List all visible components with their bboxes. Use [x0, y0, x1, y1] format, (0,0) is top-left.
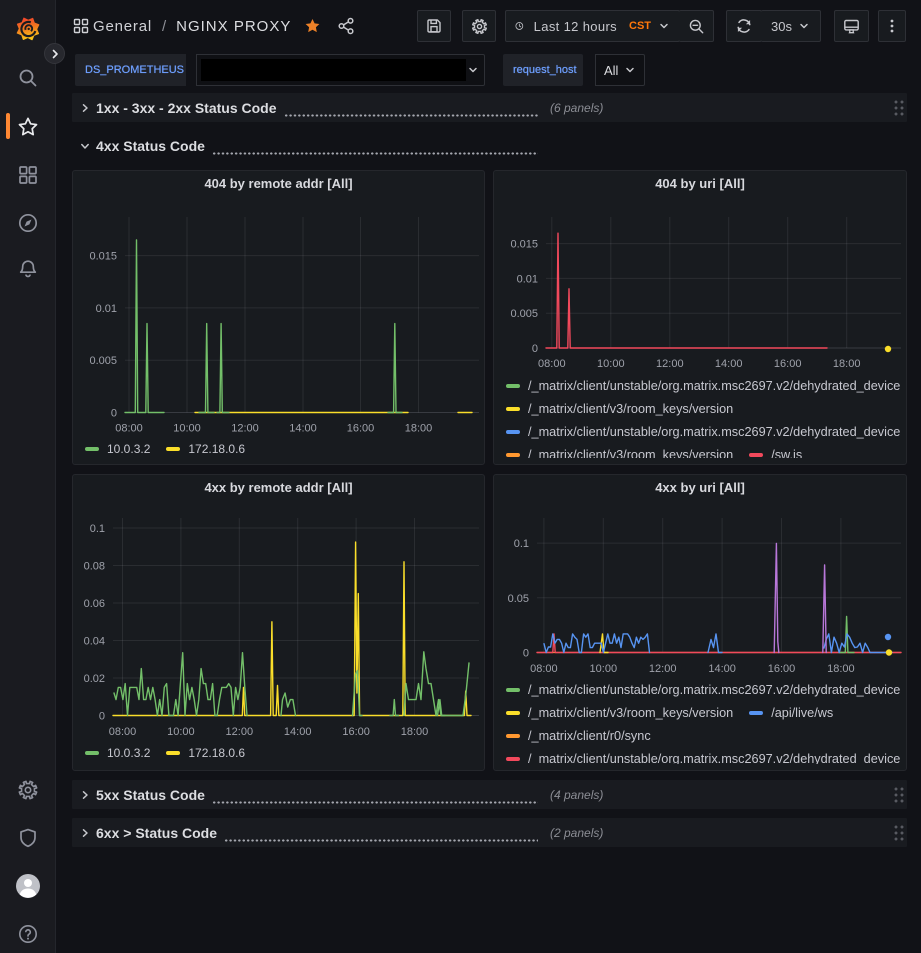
svg-text:14:00: 14:00 [708, 663, 736, 675]
svg-text:0: 0 [532, 343, 538, 355]
svg-text:0.02: 0.02 [84, 673, 105, 685]
svg-text:0.08: 0.08 [84, 561, 105, 573]
svg-text:0.015: 0.015 [510, 239, 538, 251]
svg-text:14:00: 14:00 [715, 358, 743, 370]
svg-text:18:00: 18:00 [401, 726, 429, 738]
svg-text:12:00: 12:00 [649, 663, 677, 675]
svg-text:10:00: 10:00 [167, 726, 195, 738]
svg-text:10:00: 10:00 [597, 358, 625, 370]
svg-text:0.01: 0.01 [517, 273, 538, 285]
svg-text:14:00: 14:00 [289, 423, 317, 435]
svg-text:16:00: 16:00 [342, 726, 370, 738]
svg-text:16:00: 16:00 [768, 663, 796, 675]
svg-text:16:00: 16:00 [347, 423, 375, 435]
svg-text:0.05: 0.05 [508, 593, 529, 605]
svg-text:08:00: 08:00 [115, 423, 143, 435]
svg-text:16:00: 16:00 [774, 358, 802, 370]
svg-text:12:00: 12:00 [231, 423, 259, 435]
svg-text:18:00: 18:00 [405, 423, 433, 435]
svg-text:08:00: 08:00 [538, 358, 566, 370]
svg-text:10:00: 10:00 [590, 663, 618, 675]
svg-text:18:00: 18:00 [833, 358, 861, 370]
svg-text:08:00: 08:00 [109, 726, 137, 738]
svg-text:14:00: 14:00 [284, 726, 312, 738]
svg-text:18:00: 18:00 [827, 663, 855, 675]
svg-text:0.005: 0.005 [89, 355, 117, 367]
svg-text:08:00: 08:00 [530, 663, 558, 675]
svg-text:0.1: 0.1 [514, 538, 529, 550]
svg-text:0.1: 0.1 [90, 523, 105, 535]
svg-text:0: 0 [111, 408, 117, 420]
svg-text:10:00: 10:00 [173, 423, 201, 435]
svg-text:0.01: 0.01 [96, 303, 117, 315]
svg-text:12:00: 12:00 [656, 358, 684, 370]
svg-text:0.04: 0.04 [84, 636, 105, 648]
svg-text:0: 0 [523, 648, 529, 660]
svg-text:0.06: 0.06 [84, 598, 105, 610]
svg-text:0: 0 [99, 711, 105, 723]
svg-text:0.015: 0.015 [89, 251, 117, 263]
svg-text:0.005: 0.005 [510, 308, 538, 320]
svg-text:12:00: 12:00 [226, 726, 254, 738]
